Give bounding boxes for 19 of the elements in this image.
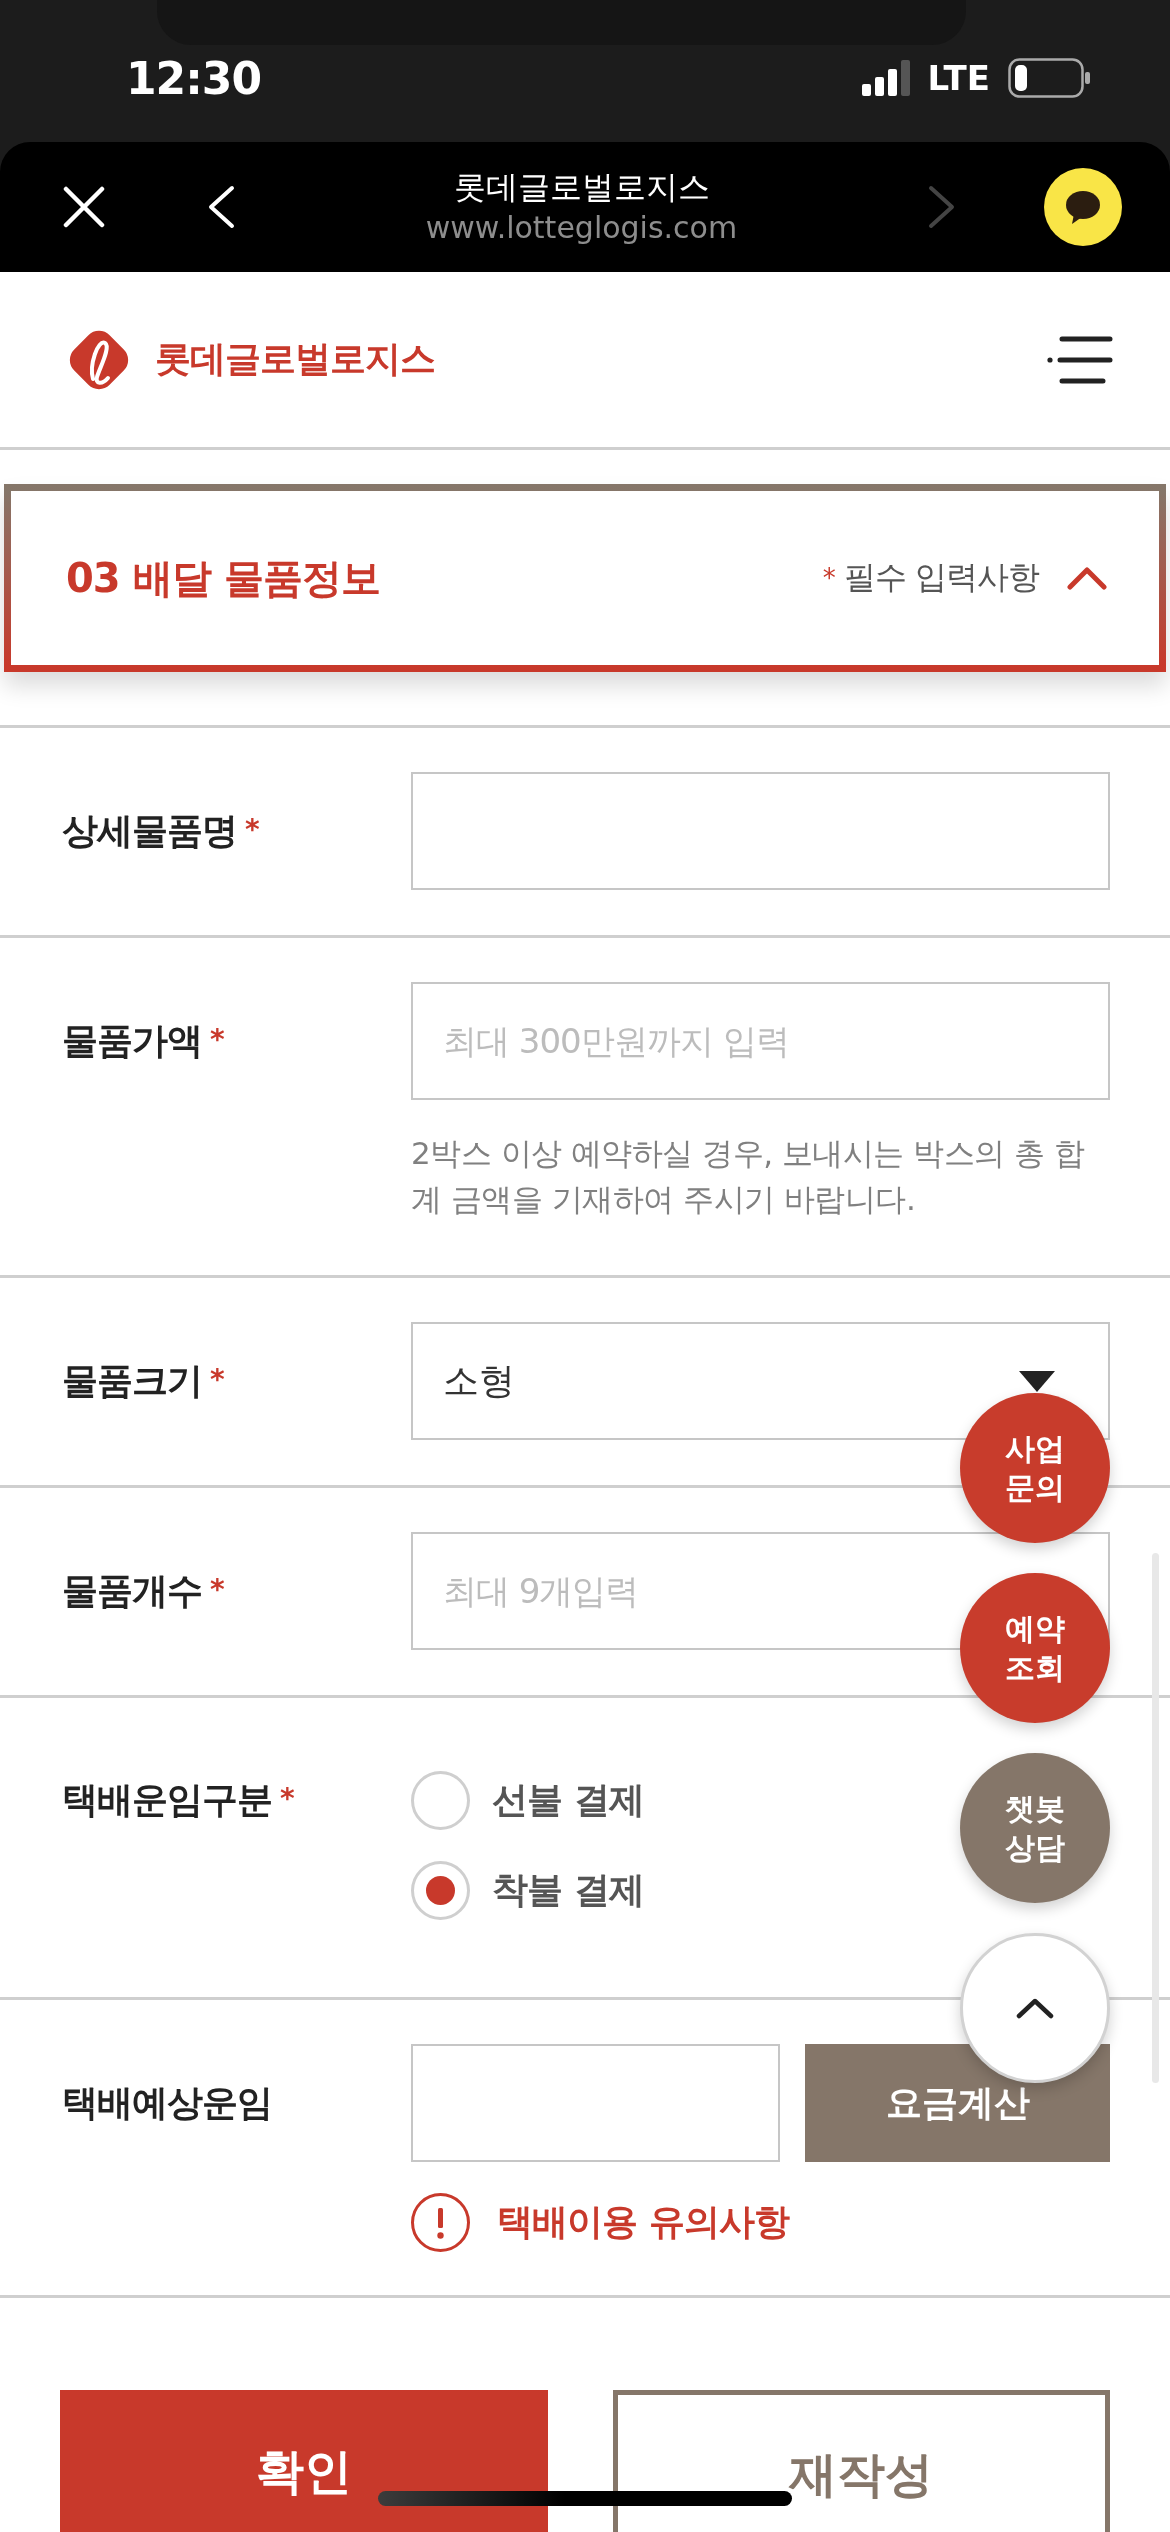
- network-label: LTE: [927, 58, 990, 98]
- required-mark: *: [245, 812, 259, 846]
- required-mark: *: [280, 1782, 294, 1815]
- field-label: 상세물품명: [62, 808, 237, 853]
- field-label: 물품크기: [62, 1358, 202, 1403]
- required-mark: *: [210, 1022, 224, 1056]
- field-label: 택배운임구분: [62, 1778, 272, 1822]
- required-mark: *: [822, 563, 836, 593]
- required-mark: *: [210, 1362, 224, 1396]
- field-label: 물품개수: [62, 1568, 202, 1613]
- required-note: 필수 입력사항: [843, 557, 1039, 598]
- help-text: 2박스 이상 예약하실 경우, 보내시는 박스의 총 합계 금액을 기재하여 주시기 바랍니다.: [411, 1134, 1086, 1219]
- section-title: 03 배달 물품정보: [66, 553, 380, 603]
- status-time: 12:30: [126, 52, 262, 104]
- page-title: 롯데글로벌로지스: [453, 167, 710, 208]
- field-label: 물품가액: [62, 1018, 202, 1063]
- page-url: www.lotteglogis.com: [425, 209, 738, 247]
- required-mark: *: [210, 1572, 224, 1606]
- field-label: 택배예상운임: [62, 2080, 272, 2125]
